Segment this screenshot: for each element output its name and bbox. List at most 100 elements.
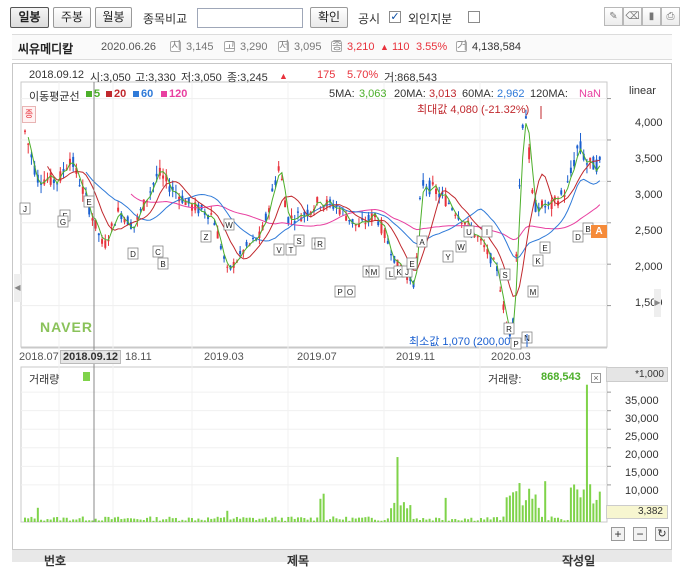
- volume-bar: [104, 516, 107, 522]
- candle-body: [245, 241, 248, 246]
- volume-bar: [216, 516, 219, 522]
- zoom-in-button[interactable]: +: [611, 527, 625, 541]
- date-label-cursor: 2018.09.12: [60, 350, 122, 364]
- date-label-0: 2018.07: [19, 351, 59, 363]
- ma20-swatch: [106, 91, 112, 97]
- volume-bar: [483, 519, 486, 522]
- volume-bar: [139, 519, 142, 522]
- chart-canvas[interactable]: JFGEDCBZWVTSQRPONMLKJEAYWUISRPNMKEDB: [13, 64, 671, 549]
- volume-bar: [303, 517, 306, 522]
- side-tab[interactable]: 종: [22, 106, 36, 123]
- scroll-right-icon[interactable]: ▶: [654, 289, 661, 317]
- volume-value: 868,543: [541, 371, 581, 383]
- volume-bar: [107, 516, 110, 522]
- foreign-label: 외인지분: [408, 12, 453, 26]
- volume-bar: [406, 508, 409, 522]
- volume-current: 3,382: [606, 505, 668, 519]
- event-marker-letter: S: [502, 271, 507, 280]
- zoom-out-button[interactable]: −: [633, 527, 647, 541]
- volume-bar: [165, 519, 168, 522]
- volume-bar: [49, 519, 52, 522]
- pen-icon[interactable]: ✎: [604, 7, 623, 26]
- volume-bar: [534, 494, 537, 522]
- volume-bar: [518, 483, 521, 522]
- disclosure-checkbox[interactable]: ✓: [389, 11, 401, 23]
- volume-bar: [300, 517, 303, 522]
- candle-body: [24, 130, 26, 132]
- cursor-change: 175: [317, 69, 336, 81]
- volume-bar: [40, 519, 43, 522]
- volume-close-icon[interactable]: ×: [591, 373, 601, 383]
- volume-bar: [499, 520, 502, 522]
- volume-bar: [425, 519, 428, 522]
- volume-bar: [56, 516, 59, 522]
- compare-label: 종목비교: [143, 12, 188, 26]
- volume-bar: [338, 519, 341, 522]
- volume-bar: [345, 516, 348, 522]
- volume-bar: [325, 520, 328, 522]
- candle-body: [576, 145, 579, 149]
- high-badge: 고: [224, 40, 236, 52]
- zoom-reset-button[interactable]: ↻: [655, 527, 669, 541]
- volume-bar: [248, 517, 251, 522]
- event-marker-letter: D: [130, 250, 136, 259]
- volume-bar: [463, 518, 466, 522]
- volume-bar: [36, 507, 39, 522]
- candle-body: [284, 200, 287, 208]
- scale-mode-label[interactable]: linear: [629, 85, 656, 97]
- event-marker-letter: T: [289, 246, 294, 255]
- volume-tick-20000: 20,000: [625, 449, 659, 461]
- volume-bar: [255, 520, 258, 522]
- event-marker-letter: O: [347, 288, 353, 297]
- ma5-value-label: 5MA:: [329, 88, 355, 100]
- monthly-button[interactable]: 월봉: [95, 7, 132, 28]
- volume-bar: [508, 495, 511, 522]
- volume-bar: [152, 520, 155, 522]
- panel-icon[interactable]: ▮: [642, 7, 661, 26]
- print-icon[interactable]: ⎙: [661, 7, 680, 26]
- volume-bar: [162, 519, 165, 522]
- disclosure-table-header: 번호 제목 작성일: [12, 549, 672, 568]
- volume-bar: [88, 520, 91, 522]
- weekly-button[interactable]: 주봉: [53, 7, 91, 28]
- volume-bar: [412, 518, 415, 522]
- volume-bar: [595, 499, 598, 522]
- candle-body: [271, 188, 274, 192]
- volume-bar: [293, 518, 296, 522]
- candle-body: [178, 196, 181, 202]
- volume-tick-15000: 15,000: [625, 467, 659, 479]
- confirm-button[interactable]: 확인: [310, 7, 348, 28]
- ma5-line: [27, 123, 601, 331]
- candle-body: [502, 304, 505, 310]
- candle-body: [528, 147, 531, 160]
- candle-body: [483, 245, 486, 248]
- volume-bar: [226, 510, 229, 522]
- cursor-volume: 거:868,543: [384, 72, 437, 84]
- ma60-swatch: [133, 91, 139, 97]
- candle-body: [316, 197, 319, 203]
- scroll-left-icon[interactable]: ◀: [14, 274, 21, 302]
- candle-body: [515, 254, 518, 257]
- event-marker-letter: E: [409, 260, 414, 269]
- volume-bar: [280, 517, 283, 522]
- volume-bar: [329, 519, 332, 522]
- ma120-label: 120: [169, 88, 188, 100]
- compare-input[interactable]: [197, 8, 303, 28]
- volume-bar: [415, 518, 418, 522]
- volume-bar: [467, 519, 470, 522]
- volume-bar: [194, 520, 197, 522]
- volume-bar: [142, 519, 145, 522]
- price-tick-3000: 3,000: [635, 189, 663, 201]
- candle-body: [560, 190, 563, 195]
- volume-bar: [268, 520, 271, 522]
- event-marker-letter: L: [389, 270, 394, 279]
- volume-bar: [158, 520, 161, 522]
- candle-body: [345, 216, 348, 221]
- foreign-checkbox[interactable]: [468, 11, 480, 23]
- volume-bar: [197, 518, 200, 522]
- volume-bar: [120, 519, 123, 522]
- volume-bar: [341, 519, 344, 522]
- candle-body: [364, 223, 367, 225]
- eraser-icon[interactable]: ⌫: [623, 7, 642, 26]
- daily-button[interactable]: 일봉: [10, 7, 49, 28]
